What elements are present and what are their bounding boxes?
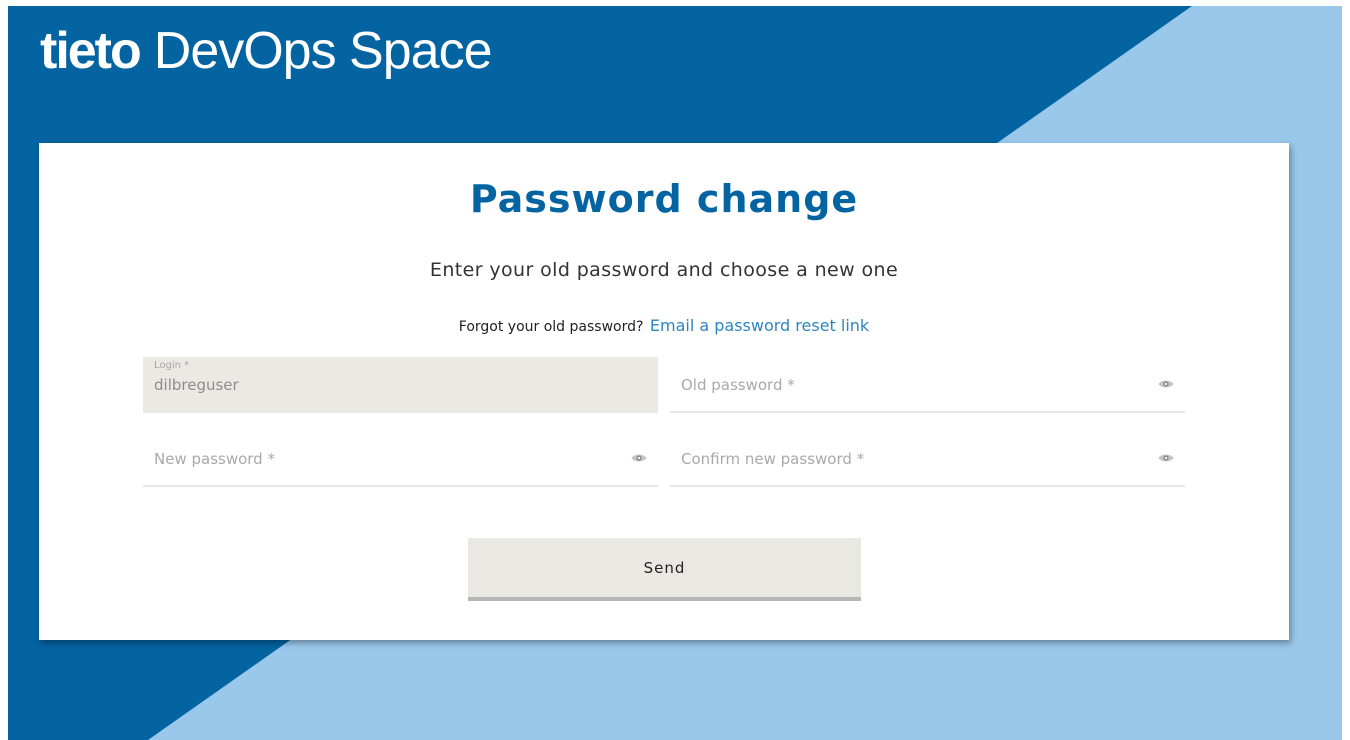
forgot-password-text: Forgot your old password? [458,319,644,335]
eye-icon[interactable] [631,452,647,464]
forgot-password-row: Forgot your old password? Email a passwo… [39,316,1289,337]
password-change-card: Password change Enter your old password … [39,143,1289,640]
new-password-field[interactable]: New password * [143,431,658,487]
login-label: Login * [154,360,190,371]
send-button[interactable]: Send [468,538,861,601]
confirm-password-field[interactable]: Confirm new password * [670,431,1185,487]
login-field[interactable]: Login * dilbreguser [143,357,658,413]
page-background: tieto DevOps Space Password change Enter … [8,6,1342,740]
page-subtitle: Enter your old password and choose a new… [429,259,899,281]
new-password-placeholder: New password * [154,450,275,468]
brand-logo-word: tieto [40,22,142,80]
old-password-field[interactable]: Old password * [670,357,1185,413]
login-value: dilbreguser [154,376,239,394]
brand-logo: tieto DevOps Space [40,20,492,82]
email-reset-link[interactable]: Email a password reset link [650,316,869,335]
eye-icon[interactable] [1158,452,1174,464]
page-title: Password change [469,177,859,221]
confirm-password-placeholder: Confirm new password * [681,450,865,468]
eye-icon[interactable] [1158,378,1174,390]
old-password-placeholder: Old password * [681,376,795,394]
brand-product-name: DevOps Space [153,22,493,80]
